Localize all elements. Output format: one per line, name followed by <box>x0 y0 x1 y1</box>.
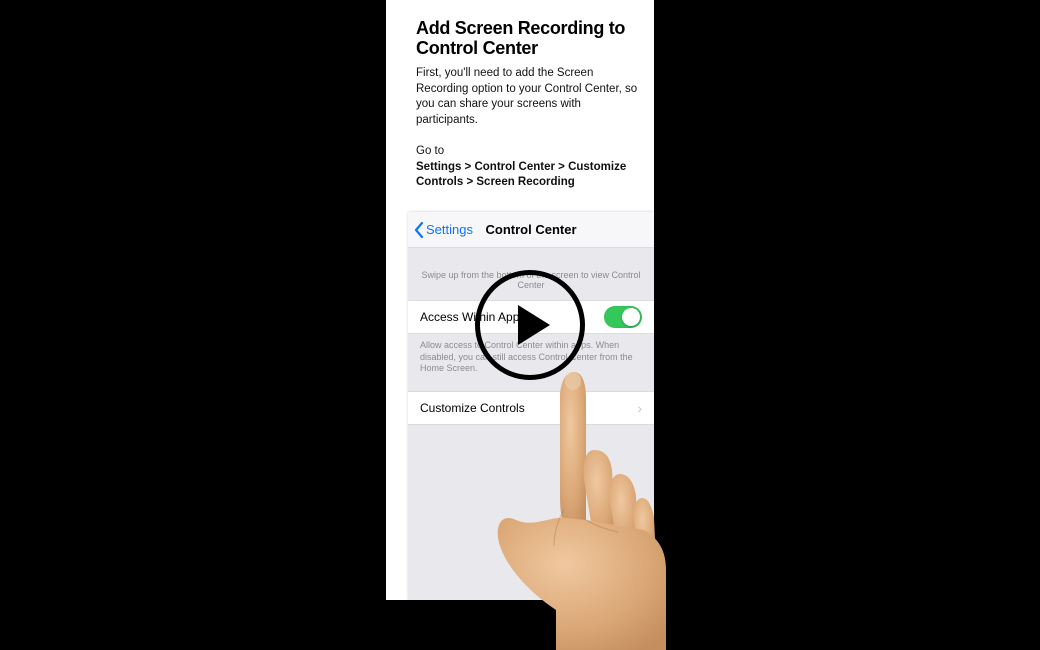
toggle-knob <box>622 308 640 326</box>
play-icon <box>518 305 550 345</box>
access-within-apps-toggle[interactable] <box>604 306 642 328</box>
description: First, you'll need to add the Screen Rec… <box>416 66 640 128</box>
customize-controls-label: Customize Controls <box>420 401 525 415</box>
navigation-path: Go to Settings > Control Center > Custom… <box>416 144 640 191</box>
chevron-left-icon <box>414 222 424 238</box>
goto-label: Go to <box>416 145 444 157</box>
back-label: Settings <box>426 222 473 237</box>
nav-bar: Settings Control Center <box>408 212 654 248</box>
heading: Add Screen Recording to Control Center <box>416 18 640 58</box>
back-button[interactable]: Settings <box>408 222 473 238</box>
chevron-right-icon: › <box>637 400 642 416</box>
customize-controls-cell[interactable]: Customize Controls › <box>408 391 654 425</box>
goto-path: Settings > Control Center > Customize Co… <box>416 161 626 189</box>
play-button[interactable] <box>475 270 585 380</box>
